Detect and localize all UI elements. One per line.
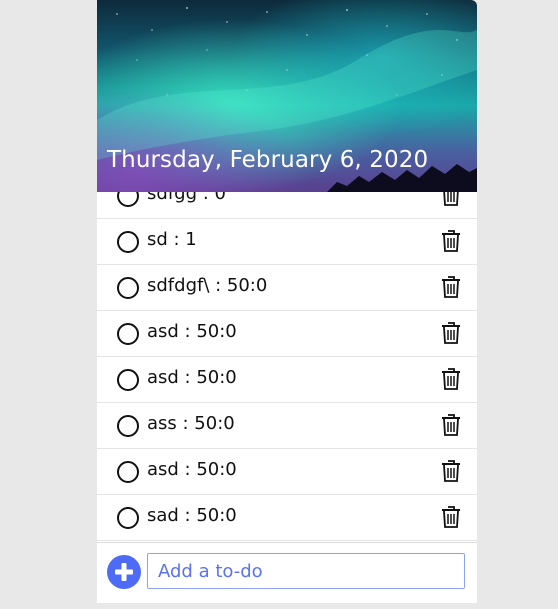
trash-icon[interactable] [440,367,462,391]
trash-icon[interactable] [440,229,462,253]
todo-text: asd : 50:0 [147,321,237,342]
checkbox-circle-icon[interactable] [117,231,139,253]
checkbox-circle-icon[interactable] [117,369,139,391]
trash-icon[interactable] [440,321,462,345]
header-banner: Thursday, February 6, 2020 [97,0,477,192]
checkbox-circle-icon[interactable] [117,507,139,529]
todo-text: sd : 1 [147,229,197,250]
add-todo-button[interactable] [107,555,141,589]
todo-item: sd : 1 [97,219,477,265]
trash-icon[interactable] [440,413,462,437]
trash-icon[interactable] [440,275,462,299]
todo-text: ass : 50:0 [147,413,235,434]
todo-item: sdfgg : 0 [97,192,477,219]
todo-item: asd : 50:0 [97,311,477,357]
checkbox-circle-icon[interactable] [117,192,139,207]
plus-icon [115,563,133,581]
checkbox-circle-icon[interactable] [117,415,139,437]
checkbox-circle-icon[interactable] [117,277,139,299]
checkbox-circle-icon[interactable] [117,323,139,345]
date-heading: Thursday, February 6, 2020 [107,147,429,173]
todo-text: sad : 50:0 [147,505,237,526]
todo-text: asd : 50:0 [147,367,237,388]
todo-text: sdfdgf\ : 50:0 [147,275,268,296]
trash-icon[interactable] [440,459,462,483]
todo-list[interactable]: sdfgg : 0 sd : 1 sdfdgf\ : 50:0 asd : 50:0 a… [97,192,477,542]
checkbox-circle-icon[interactable] [117,461,139,483]
todo-item: asd : 50:0 [97,357,477,403]
todo-item: ass : 50:0 [97,403,477,449]
todo-item: sad : 50:0 [97,495,477,541]
todo-text: sdfgg : 0 [147,192,226,204]
todo-item: sdfdgf\ : 50:0 [97,265,477,311]
todo-item: asd : 50:0 [97,449,477,495]
trash-icon[interactable] [440,192,462,207]
add-todo-bar [97,542,477,603]
add-todo-input[interactable] [147,553,465,589]
trash-icon[interactable] [440,505,462,529]
todo-text: asd : 50:0 [147,459,237,480]
todo-app: Thursday, February 6, 2020 sdfgg : 0 sd :… [97,0,477,603]
